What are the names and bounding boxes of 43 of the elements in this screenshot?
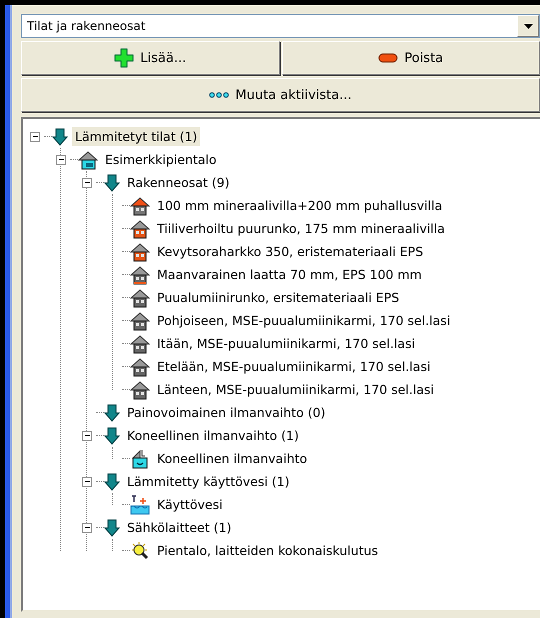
down-arrow-icon — [104, 518, 120, 536]
tree-item[interactable]: 100 mm mineraalivilla+200 mm puhallusvilla — [154, 196, 446, 215]
tree-item[interactable]: Esimerkkipientalo — [102, 150, 220, 169]
water-tap-icon — [130, 494, 150, 514]
dropdown-arrow-icon — [524, 24, 532, 28]
light-bulb-icon — [130, 540, 150, 560]
down-arrow-icon — [104, 404, 120, 422]
down-arrow-icon — [104, 426, 120, 444]
collapse-icon[interactable] — [82, 430, 92, 440]
collapse-icon[interactable] — [30, 132, 40, 142]
tree-item[interactable]: Pohjoiseen, MSE-puualumiinikarmi, 170 sel.lasi — [154, 311, 454, 330]
plus-icon — [114, 48, 134, 68]
view-dropdown[interactable]: Tilat ja rakenneosat — [21, 14, 540, 38]
tree-item[interactable]: Sähkölaitteet (1) — [124, 518, 234, 537]
tree-item[interactable]: Käyttövesi — [154, 495, 226, 514]
edit-button[interactable]: Muuta aktiivista... — [21, 78, 540, 112]
collapse-icon[interactable] — [82, 476, 92, 486]
tree-item[interactable]: Kevytsoraharkko 350, eristemateriaali EPS — [154, 242, 426, 261]
tree-item[interactable]: Puualumiinirunko, ersitemateriaali EPS — [154, 288, 402, 307]
tree-item[interactable]: Pientalo, laitteiden kokonaiskulutus — [154, 541, 382, 560]
tree-item[interactable]: Lämmitetyt tilat (1) — [72, 127, 200, 146]
house-icon — [130, 196, 150, 216]
tree-item[interactable]: Lämmitetty käyttövesi (1) — [124, 472, 292, 491]
dots-icon — [209, 91, 230, 99]
tree-item[interactable]: Maanvarainen laatta 70 mm, EPS 100 mm — [154, 265, 425, 284]
tree-item[interactable]: Länteen, MSE-puualumiinikarmi, 170 sel.lasi — [154, 380, 437, 399]
collapse-icon[interactable] — [82, 178, 92, 188]
down-arrow-icon — [52, 128, 68, 146]
collapse-icon[interactable] — [82, 522, 92, 532]
down-arrow-icon — [104, 472, 120, 490]
ventilation-icon — [130, 448, 150, 468]
remove-button[interactable]: Poista — [282, 41, 540, 75]
tree-item[interactable]: Koneellinen ilmanvaihto (1) — [124, 426, 302, 445]
add-button[interactable]: Lisää... — [21, 41, 280, 75]
tree-item[interactable]: Itään, MSE-puualumiinikarmi, 170 sel.lasi — [154, 334, 418, 353]
tree-item[interactable]: Rakenneosat (9) — [124, 173, 232, 192]
tree-item[interactable]: Koneellinen ilmanvaihto — [154, 449, 310, 468]
tree-item[interactable]: Etelään, MSE-puualumiinikarmi, 170 sel.lasi — [154, 357, 434, 376]
tree-item[interactable]: Painovoimainen ilmanvaihto (0) — [124, 403, 328, 422]
collapse-icon[interactable] — [56, 154, 66, 164]
minus-icon — [378, 53, 398, 63]
down-arrow-icon — [104, 174, 120, 192]
tree-item[interactable]: Tiiliverhoiltu puurunko, 175 mm mineraalivilla — [154, 219, 448, 238]
